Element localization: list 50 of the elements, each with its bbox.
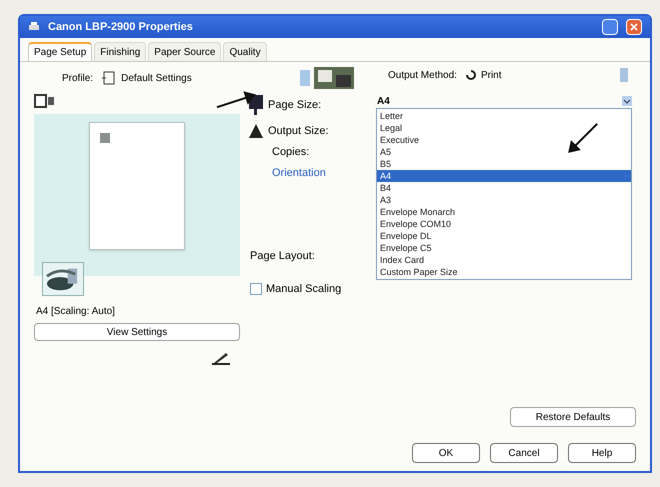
close-button[interactable] [626,19,642,35]
page-size-option[interactable]: Envelope COM10 [377,218,631,230]
document-icon [300,70,310,86]
dialog-button[interactable]: OK [412,443,480,463]
checkbox[interactable] [250,283,262,296]
window-title: Canon LBP-2900 Properties [48,20,194,35]
page-size-option[interactable]: Envelope C5 [377,242,631,254]
dialog-button[interactable]: Cancel [490,443,558,463]
page-size-option[interactable]: B5 [377,158,631,170]
profile-label: Profile: [62,72,94,86]
page-size-combo[interactable]: A4 [376,94,632,108]
printer-photo-icon [314,67,354,89]
page-size-option[interactable]: Executive [377,134,631,146]
pen-icon [212,351,230,365]
page-size-option[interactable]: B4 [377,182,631,194]
output-method-label: Output Method: [388,68,457,82]
checkbox-label: Manual Scaling [266,282,342,297]
close-icon [630,23,638,31]
layout-icon [34,94,56,108]
tab[interactable]: Paper Source [148,42,222,61]
tab[interactable]: Quality [223,42,267,61]
page-size-option[interactable]: A4 [377,170,631,182]
field-label: Output Size: [268,124,329,139]
help-title-button[interactable] [602,19,618,35]
printer-icon [28,21,40,33]
printer-icon [248,95,264,115]
tab[interactable]: Finishing [94,42,146,61]
output-settings-icon [620,68,628,82]
page-size-option[interactable]: Index Card [377,254,631,266]
output-icon [248,124,264,138]
tab[interactable]: Page Setup [28,42,92,61]
orientation-link[interactable]: Orientation [272,164,368,181]
page-size-option[interactable]: Envelope Monarch [377,206,631,218]
image-thumbnail-icon [100,133,110,143]
page-size-option[interactable]: A5 [377,146,631,158]
profile-icon [101,71,118,85]
page-size-option[interactable]: Letter [377,110,631,122]
page-size-option[interactable]: Custom Paper Size [377,266,631,278]
page-size-option[interactable]: Envelope DL [377,230,631,242]
output-method-value[interactable]: Print [480,68,502,82]
field-label: Page Size: [268,98,322,113]
view-settings-button[interactable]: View Settings [34,323,240,341]
dialog-button[interactable]: Help [568,443,636,463]
page-size-option[interactable]: Legal [377,122,631,134]
profile-value[interactable]: Default Settings [121,70,192,86]
field-label: Page Layout: [250,250,315,262]
preview-caption: A4 [Scaling: Auto] [36,305,116,319]
field-label: Copies: [272,145,310,160]
page-size-option[interactable]: A3 [377,194,631,206]
restore-defaults-button[interactable]: Restore Defaults [510,407,636,427]
